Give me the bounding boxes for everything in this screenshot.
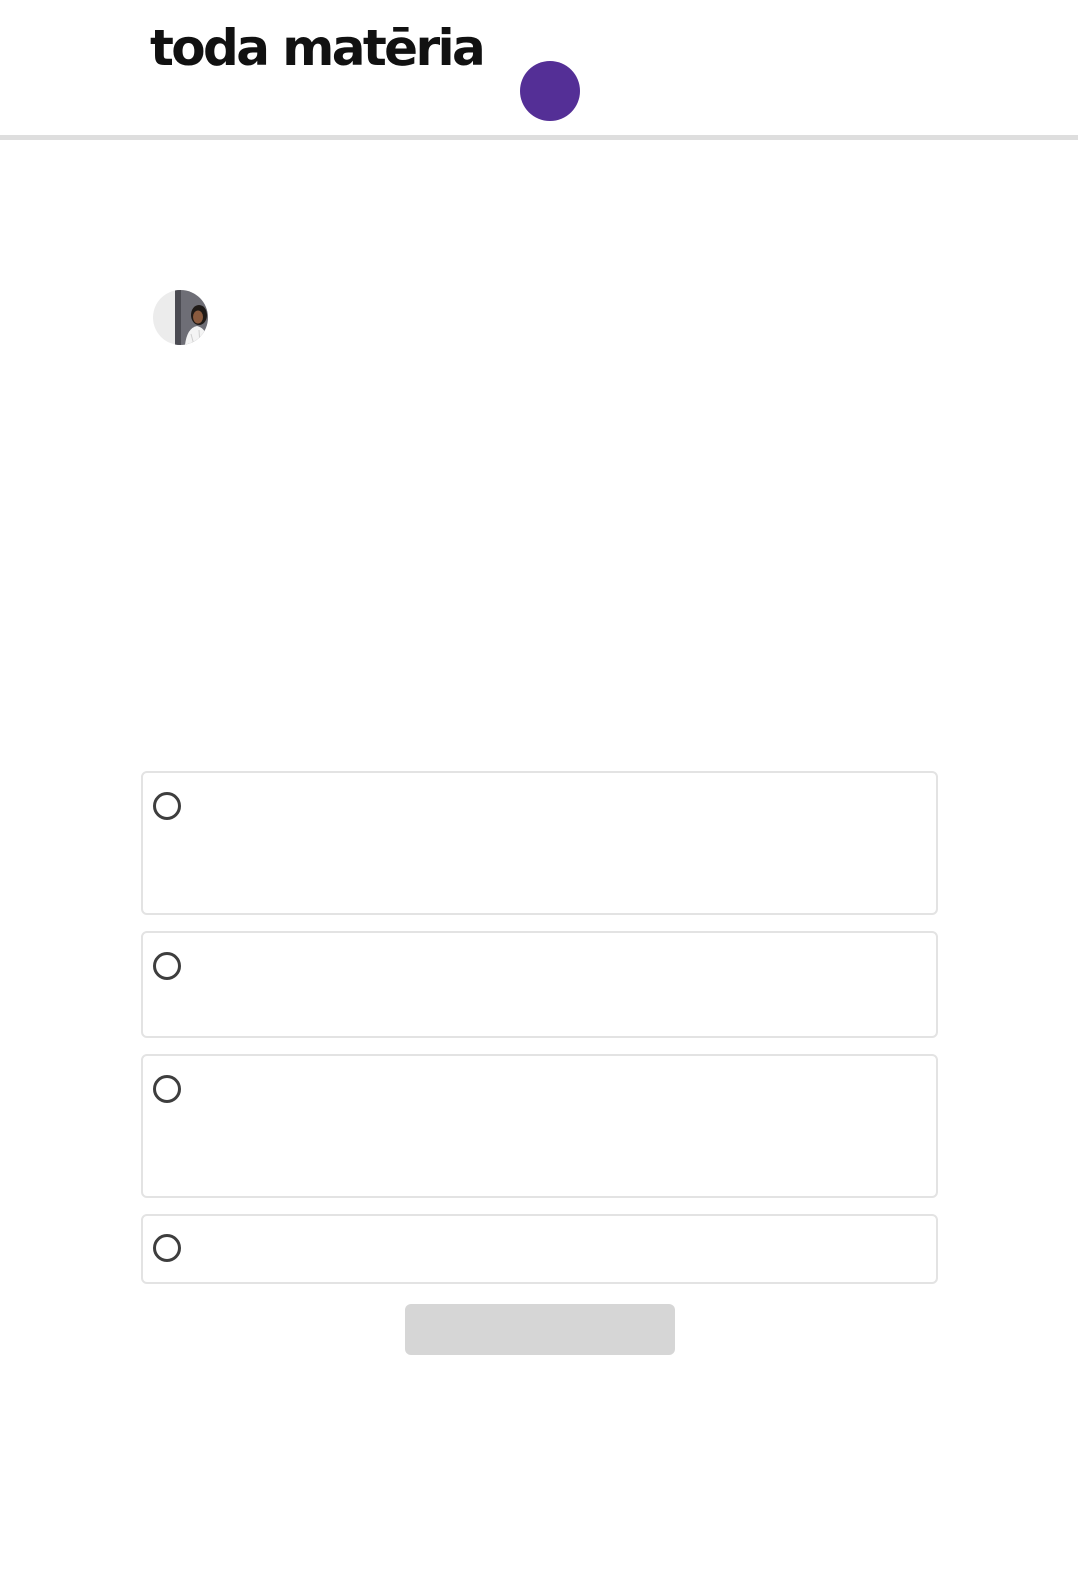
author-avatar[interactable]: [153, 290, 208, 345]
radio-unchecked-icon[interactable]: [153, 792, 181, 820]
author-photo-icon: [153, 290, 208, 345]
answer-options: [141, 771, 938, 1300]
radio-unchecked-icon[interactable]: [153, 1075, 181, 1103]
site-logo[interactable]: toda matēria: [150, 18, 486, 78]
accent-dot: [520, 61, 580, 121]
site-header: toda matēria: [0, 0, 1078, 136]
radio-unchecked-icon[interactable]: [153, 1234, 181, 1262]
radio-unchecked-icon[interactable]: [153, 952, 181, 980]
header-divider: [0, 135, 1078, 140]
submit-answer-button[interactable]: [405, 1304, 675, 1355]
answer-option-1[interactable]: [141, 771, 938, 915]
answer-option-4[interactable]: [141, 1214, 938, 1284]
answer-option-2[interactable]: [141, 931, 938, 1038]
answer-option-3[interactable]: [141, 1054, 938, 1198]
